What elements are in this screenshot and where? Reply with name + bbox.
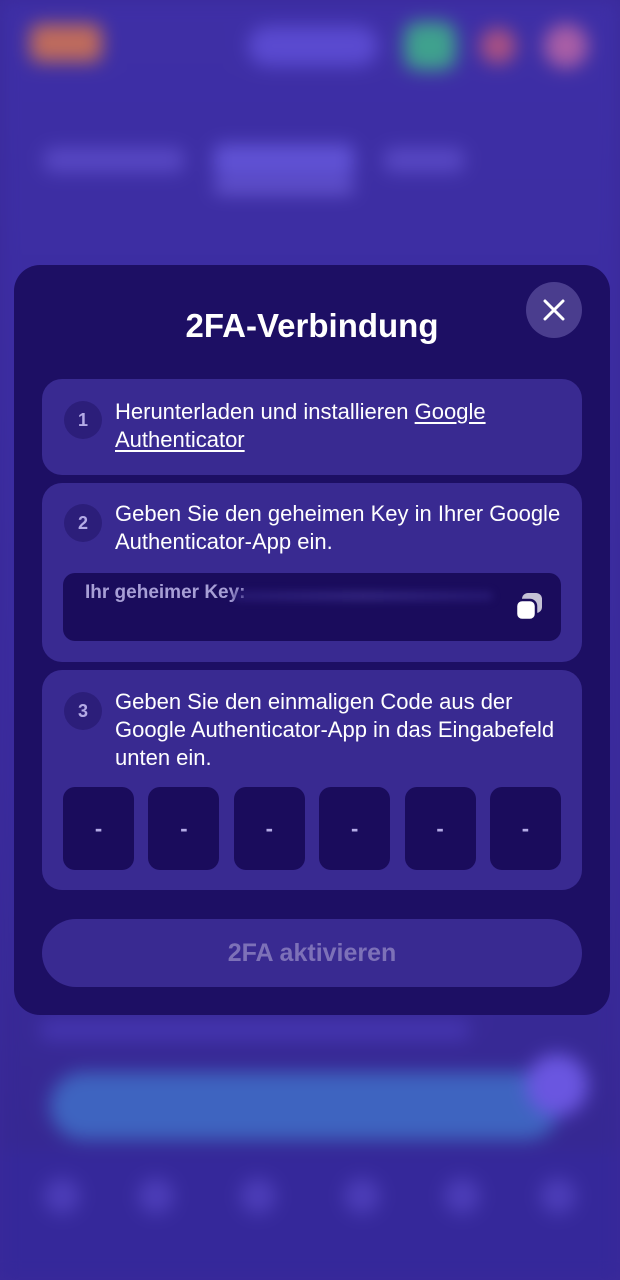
secret-key-label: Ihr geheimer Key: <box>85 582 246 603</box>
otp-digit-6[interactable]: - <box>489 787 561 870</box>
step-card-otp: 3 Geben Sie den einmaligen Code aus der … <box>42 670 582 890</box>
step-card-download: 1 Herunterladen und installieren Google … <box>42 379 582 475</box>
background-logo <box>30 24 102 62</box>
background-bottom-nav <box>0 1150 620 1280</box>
otp-digit-2[interactable]: - <box>148 787 220 870</box>
secret-key-value-hidden <box>233 591 493 601</box>
step-text: Geben Sie den einmaligen Code aus der Go… <box>115 689 555 770</box>
background-balance-pill <box>248 26 378 66</box>
background-tab <box>44 148 184 172</box>
step-text: Herunterladen und installieren Google Au… <box>115 398 565 454</box>
activate-2fa-button[interactable]: 2FA aktivieren <box>42 919 582 987</box>
otp-input-row: - - - - - - <box>63 787 561 870</box>
step-number: 3 <box>64 692 102 730</box>
background-tab-underline <box>214 184 354 192</box>
otp-digit-4[interactable]: - <box>319 787 391 870</box>
modal-title: 2FA-Verbindung <box>185 307 439 344</box>
secret-key-field[interactable]: Ihr geheimer Key: <box>63 573 561 641</box>
background-deposit-button <box>404 22 456 70</box>
otp-digit-5[interactable]: - <box>404 787 476 870</box>
background-notification-icon <box>480 28 516 64</box>
background-banner <box>50 1072 560 1140</box>
step-number: 1 <box>64 401 102 439</box>
background-avatar <box>544 24 588 68</box>
step-text: Geben Sie den geheimen Key in Ihrer Goog… <box>115 501 561 554</box>
background-tab <box>384 148 464 172</box>
otp-digit-1[interactable]: - <box>63 787 134 870</box>
background-tab-active <box>214 144 354 178</box>
copy-icon <box>514 593 542 622</box>
step-card-secret-key: 2 Geben Sie den geheimen Key in Ihrer Go… <box>42 483 582 662</box>
background-text-line <box>40 1020 470 1040</box>
copy-key-button[interactable] <box>513 591 545 623</box>
step-number: 2 <box>64 504 102 542</box>
step-text-prefix: Herunterladen und installieren <box>115 399 415 424</box>
2fa-modal: 2FA-Verbindung 1 Herunterladen und insta… <box>14 265 610 1015</box>
otp-digit-3[interactable]: - <box>233 787 305 870</box>
background-chat-button <box>526 1054 588 1116</box>
